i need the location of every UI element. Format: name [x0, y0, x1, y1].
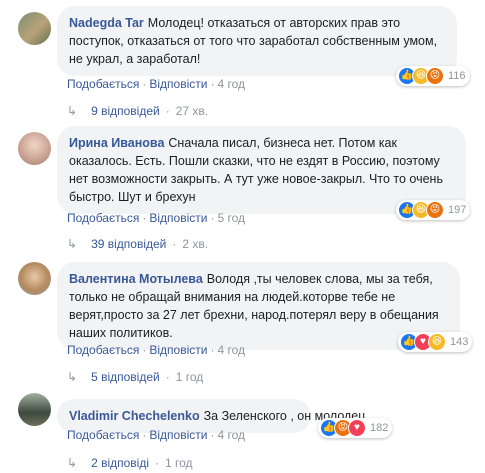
replies-count-link[interactable]: 9 відповідей [91, 104, 160, 118]
view-replies[interactable]: ↳ 9 відповідей · 27 хв. [67, 104, 208, 118]
timestamp[interactable]: 4 год [217, 343, 245, 357]
reply-arrow-icon: ↳ [67, 456, 78, 470]
heart-icon: ♥ [348, 419, 366, 437]
like-link[interactable]: Подобається [67, 428, 139, 442]
reaction-summary[interactable]: 👍 ♥ 😆 143 [398, 332, 473, 352]
comment-author[interactable]: Vladimir Chechelenko [69, 409, 200, 423]
reply-link[interactable]: Відповісти [149, 77, 207, 91]
replies-count-link[interactable]: 2 відповіді [91, 456, 149, 470]
reply-link[interactable]: Відповісти [149, 211, 207, 225]
reply-link[interactable]: Відповісти [149, 343, 207, 357]
comment-author[interactable]: Nadegda Tar [69, 16, 144, 30]
replies-count-link[interactable]: 5 відповідей [91, 370, 160, 384]
reaction-count: 116 [448, 70, 466, 82]
reaction-count: 143 [450, 336, 469, 348]
reaction-count: 182 [370, 422, 389, 434]
comment-actions: Подобається · Відповісти · 4 год [67, 77, 245, 91]
comment-author[interactable]: Валентина Мотылева [69, 272, 203, 286]
timestamp[interactable]: 5 год [217, 211, 245, 225]
view-replies[interactable]: ↳ 2 відповіді · 1 год [67, 456, 193, 470]
like-link[interactable]: Подобається [67, 211, 139, 225]
timestamp[interactable]: 4 год [217, 77, 245, 91]
haha-icon: 😆 [428, 333, 446, 351]
comment-actions: Подобається · Відповісти · 4 год [67, 343, 245, 357]
reaction-summary[interactable]: 👍 😡 ♥ 182 [318, 418, 393, 438]
comment-actions: Подобається · Відповісти · 4 год [67, 428, 245, 442]
avatar[interactable] [18, 12, 51, 45]
like-link[interactable]: Подобається [67, 77, 139, 91]
reaction-summary[interactable]: 👍 😆 😡 197 [396, 200, 471, 220]
comment-author[interactable]: Ирина Иванова [69, 136, 164, 150]
view-replies[interactable]: ↳ 5 відповідей · 1 год [67, 370, 203, 384]
avatar[interactable] [18, 132, 51, 165]
reply-arrow-icon: ↳ [67, 104, 78, 118]
avatar[interactable] [18, 262, 51, 295]
comment-actions: Подобається · Відповісти · 5 год [67, 211, 245, 225]
angry-icon: 😡 [426, 201, 444, 219]
reply-link[interactable]: Відповісти [149, 428, 207, 442]
reply-arrow-icon: ↳ [67, 237, 78, 251]
replies-time: 2 хв. [182, 237, 209, 251]
reply-arrow-icon: ↳ [67, 370, 78, 384]
replies-count-link[interactable]: 39 відповідей [91, 237, 166, 251]
view-replies[interactable]: ↳ 39 відповідей · 2 хв. [67, 237, 208, 251]
timestamp[interactable]: 4 год [217, 428, 245, 442]
angry-icon: 😡 [426, 67, 444, 85]
replies-time: 1 год [175, 370, 204, 384]
replies-time: 27 хв. [175, 104, 209, 118]
reaction-count: 197 [448, 204, 467, 216]
replies-time: 1 год [165, 456, 193, 470]
comment-bubble: Nadegda Tar Молодец! отказаться от авторс… [57, 6, 457, 76]
like-link[interactable]: Подобається [67, 343, 139, 357]
avatar[interactable] [18, 393, 51, 426]
reaction-summary[interactable]: 👍 😆 😡 116 [396, 66, 470, 86]
